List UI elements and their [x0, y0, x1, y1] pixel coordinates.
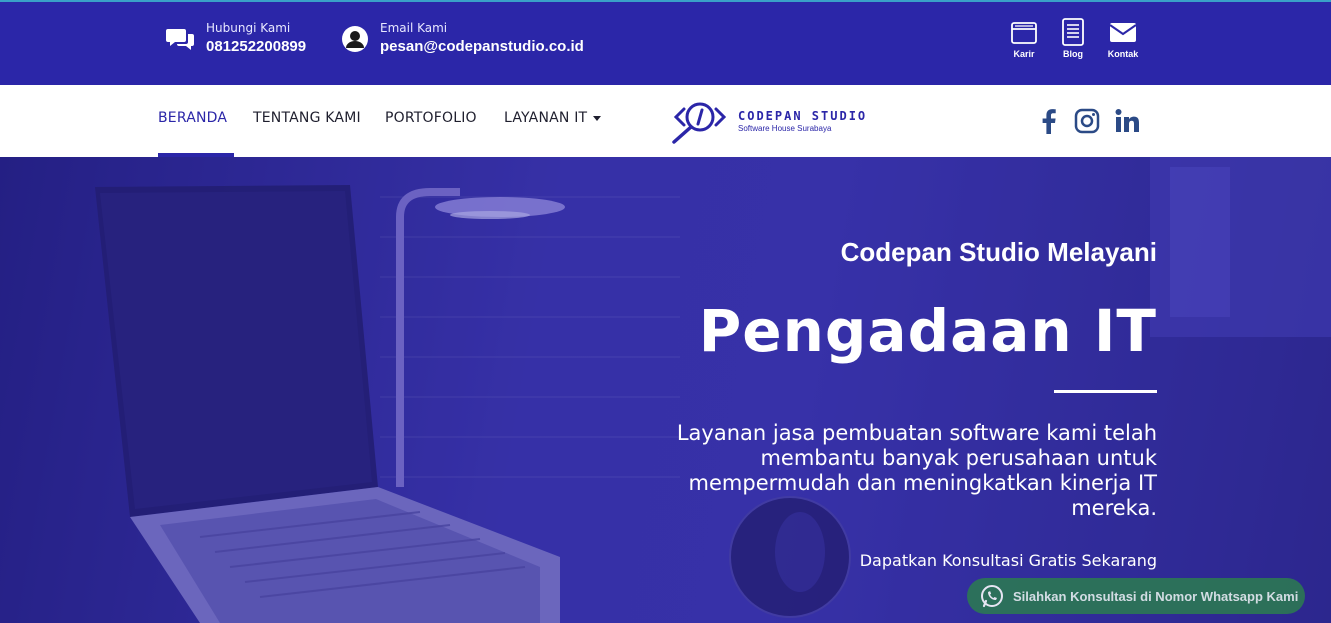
- document-icon: [1062, 18, 1084, 46]
- caret-down-icon: [593, 115, 602, 121]
- blog-link[interactable]: Blog: [1050, 18, 1096, 59]
- karir-link[interactable]: Karir: [1001, 18, 1047, 59]
- main-navbar: BERANDA TENTANG KAMI PORTOFOLIO LAYANAN …: [0, 85, 1331, 157]
- whatsapp-button[interactable]: Silahkan Konsultasi di Nomor Whatsapp Ka…: [967, 578, 1305, 614]
- hero-cta-text[interactable]: Dapatkan Konsultasi Gratis Sekarang: [860, 551, 1157, 570]
- site-logo[interactable]: CODEPAN STUDIO Software House Surabaya: [670, 97, 867, 145]
- instagram-link[interactable]: [1073, 107, 1101, 135]
- nav-layanan-it-label: LAYANAN IT: [504, 110, 588, 126]
- phone-label: Hubungi Kami: [206, 21, 291, 35]
- logo-tagline: Software House Surabaya: [738, 124, 832, 133]
- whatsapp-label: Silahkan Konsultasi di Nomor Whatsapp Ka…: [1013, 588, 1299, 604]
- facebook-icon: [1042, 109, 1056, 134]
- nav-layanan-it[interactable]: LAYANAN IT: [504, 110, 602, 126]
- logo-mark-icon: [672, 102, 727, 144]
- hero-section: Codepan Studio Melayani Pengadaan IT Lay…: [0, 157, 1331, 623]
- user-icon: [340, 24, 370, 54]
- nav-portofolio[interactable]: PORTOFOLIO: [385, 110, 477, 126]
- chat-icon: [166, 24, 196, 54]
- contact-phone[interactable]: Hubungi Kami 081252200899: [166, 20, 306, 58]
- karir-label: Karir: [1013, 49, 1035, 59]
- nav-tentang-kami[interactable]: TENTANG KAMI: [253, 110, 361, 126]
- phone-value[interactable]: 081252200899: [206, 36, 306, 58]
- kontak-link[interactable]: Kontak: [1100, 18, 1146, 59]
- folder-icon: [1011, 22, 1037, 44]
- blog-label: Blog: [1063, 49, 1083, 59]
- nav-beranda[interactable]: BERANDA: [158, 110, 227, 126]
- logo-name: CODEPAN STUDIO: [738, 109, 868, 123]
- facebook-link[interactable]: [1035, 107, 1063, 135]
- linkedin-link[interactable]: [1113, 107, 1141, 135]
- hero-description: Layanan jasa pembuatan software kami tel…: [676, 421, 1157, 520]
- contact-email[interactable]: Email Kami pesan@codepanstudio.co.id: [340, 20, 584, 58]
- email-value[interactable]: pesan@codepanstudio.co.id: [380, 36, 584, 58]
- hero-divider: [1054, 390, 1157, 393]
- email-label: Email Kami: [380, 21, 448, 35]
- mail-icon: [1109, 23, 1137, 42]
- hero-subtitle: Codepan Studio Melayani: [840, 237, 1157, 267]
- linkedin-icon: [1115, 109, 1139, 132]
- whatsapp-icon: [981, 585, 1003, 608]
- hero-title: Pengadaan IT: [698, 297, 1157, 365]
- instagram-icon: [1074, 108, 1100, 134]
- top-bar: Hubungi Kami 081252200899 Email Kami pes…: [0, 0, 1331, 85]
- kontak-label: Kontak: [1107, 49, 1139, 59]
